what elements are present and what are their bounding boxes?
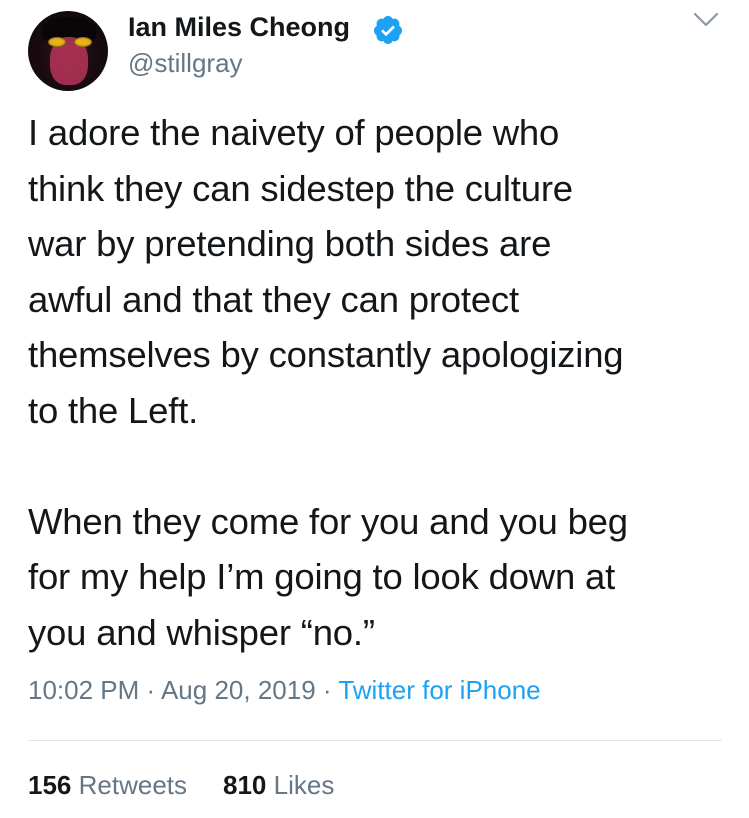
likes-count: 810 [223, 770, 267, 800]
tweet-meta: 10:02 PM · Aug 20, 2019 · Twitter for iP… [28, 675, 541, 706]
tweet-date[interactable]: Aug 20, 2019 [161, 675, 316, 705]
tweet-card: Ian Miles Cheong @stillgray I adore the … [0, 0, 749, 818]
avatar[interactable] [28, 11, 108, 91]
retweets-stat[interactable]: 156 Retweets [28, 770, 187, 800]
likes-stat[interactable]: 810 Likes [223, 770, 334, 800]
meta-separator: · [315, 675, 339, 705]
verified-badge-icon [373, 16, 402, 44]
retweets-count: 156 [28, 770, 72, 800]
meta-separator: · [139, 675, 161, 705]
tweet-text: I adore the naivety of people who think … [28, 112, 628, 653]
user-handle[interactable]: @stillgray [128, 48, 243, 79]
chevron-down-icon[interactable] [692, 10, 720, 30]
tweet-stats: 156 Retweets 810 Likes [28, 770, 334, 801]
avatar-glasses [48, 37, 92, 47]
tweet-time[interactable]: 10:02 PM [28, 675, 139, 705]
user-display-name[interactable]: Ian Miles Cheong [128, 12, 350, 43]
retweets-label: Retweets [78, 770, 188, 800]
tweet-source-link[interactable]: Twitter for iPhone [338, 675, 540, 705]
divider [28, 740, 722, 741]
likes-label: Likes [273, 770, 335, 800]
